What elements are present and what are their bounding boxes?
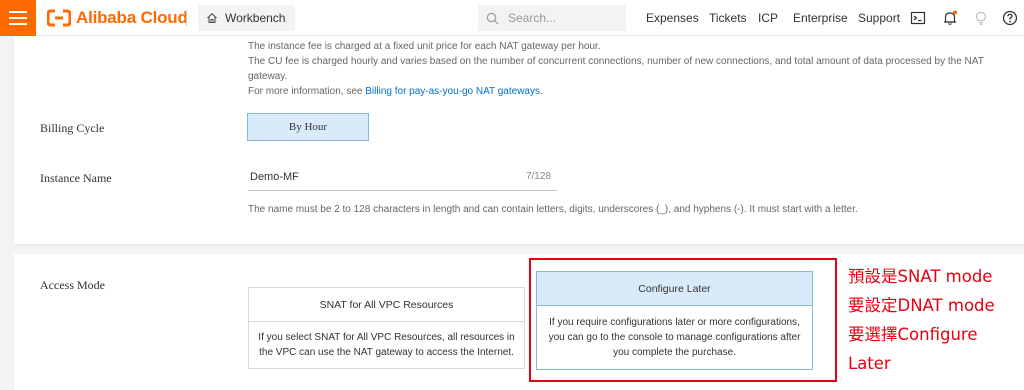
nav-expenses[interactable]: Expenses [646,0,699,36]
instance-name-value: Demo-MF [250,171,299,183]
character-count: 7/128 [525,171,551,182]
annotation-note: 預設是SNAT mode 要設定DNAT mode 要選擇Configure L… [848,262,1024,378]
basic-config-panel: The instance fee is charged at a fixed u… [14,36,1024,244]
brand-name: Alibaba Cloud [76,8,188,27]
highlight-box [529,258,837,382]
workbench-button[interactable]: Workbench [198,5,296,31]
nav-support[interactable]: Support [858,0,900,36]
divider [186,10,187,26]
menu-line [9,17,27,19]
instance-name-input[interactable]: Demo-MF 7/128 [248,166,557,191]
terminal-icon[interactable] [910,10,926,26]
instance-name-hint: The name must be 2 to 128 characters in … [248,204,858,215]
notification-bell-icon[interactable] [942,10,958,26]
annotation-line: 預設是SNAT mode [848,267,993,286]
alibaba-cloud-logo-icon [47,9,71,27]
hamburger-menu-button[interactable] [0,0,36,36]
home-icon [207,13,217,24]
access-mode-label: Access Mode [40,278,105,292]
search-icon [486,12,499,24]
nav-enterprise[interactable]: Enterprise [793,0,848,36]
menu-line [9,23,27,25]
option-description: If you select SNAT for All VPC Resources… [258,332,515,358]
by-hour-option[interactable]: By Hour [247,113,369,141]
workbench-label: Workbench [225,11,286,25]
menu-line [9,11,27,13]
lightbulb-icon[interactable] [973,10,989,26]
top-navigation-bar: Alibaba Cloud Workbench Search... Expens… [0,0,1024,36]
option-title: SNAT for All VPC Resources [249,288,524,322]
snat-all-vpc-option[interactable]: SNAT for All VPC Resources If you select… [248,287,525,369]
instance-name-label: Instance Name [40,171,112,185]
help-icon[interactable] [1002,10,1018,26]
search-input[interactable]: Search... [478,5,626,31]
alibaba-cloud-logo[interactable]: Alibaba Cloud [47,7,188,29]
billing-help-text: The instance fee is charged at a fixed u… [248,41,984,97]
annotation-line: 要選擇Configure [848,325,978,344]
nav-icp[interactable]: ICP [758,0,778,36]
billing-doc-link[interactable]: Billing for pay-as-you-go NAT gateways [365,86,540,97]
search-placeholder: Search... [508,11,557,25]
annotation-line: Later [848,354,891,373]
annotation-line: 要設定DNAT mode [848,296,995,315]
billing-cycle-label: Billing Cycle [40,121,105,135]
nav-tickets[interactable]: Tickets [709,0,747,36]
